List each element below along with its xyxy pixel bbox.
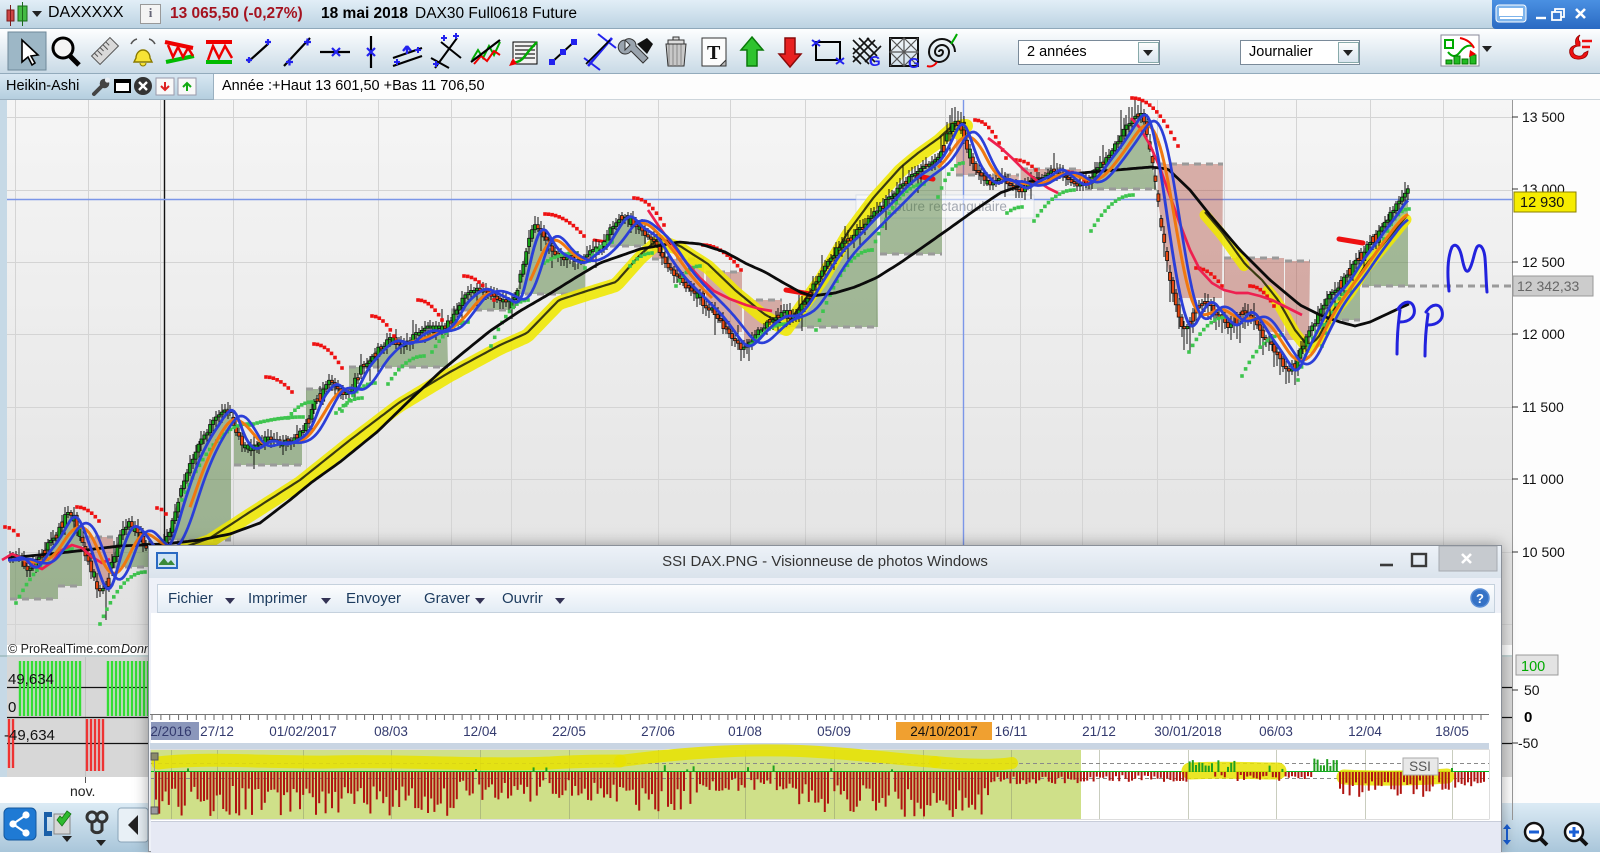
- svg-text:08/03: 08/03: [374, 724, 408, 739]
- svg-text:-49,634: -49,634: [4, 727, 55, 744]
- svg-text:12 000: 12 000: [1522, 326, 1565, 342]
- svg-text:12 342,33: 12 342,33: [1517, 278, 1579, 294]
- svg-text:16/11: 16/11: [995, 724, 1028, 739]
- svg-text:?: ?: [1476, 591, 1484, 606]
- svg-text:© ProRealTime.com: © ProRealTime.com: [8, 642, 120, 656]
- svg-text:30/01/2018: 30/01/2018: [1154, 724, 1222, 739]
- svg-text:24/10/2017: 24/10/2017: [910, 724, 978, 739]
- svg-text:18/05: 18/05: [1435, 724, 1469, 739]
- svg-text:13 500: 13 500: [1522, 109, 1565, 125]
- svg-text:01/02/2017: 01/02/2017: [269, 724, 337, 739]
- svg-text:06/03: 06/03: [1259, 724, 1293, 739]
- svg-text:0: 0: [8, 699, 16, 716]
- svg-text:01/08: 01/08: [728, 724, 762, 739]
- svg-text:-50: -50: [1518, 735, 1538, 751]
- svg-text:22/05: 22/05: [552, 724, 586, 739]
- svg-text:49,634: 49,634: [8, 671, 54, 688]
- svg-text:SSI: SSI: [1409, 759, 1431, 774]
- svg-text:11 000: 11 000: [1522, 471, 1564, 487]
- svg-text:27/12: 27/12: [200, 724, 234, 739]
- svg-text:100: 100: [1521, 659, 1545, 675]
- svg-text:2/2016: 2/2016: [150, 724, 191, 739]
- svg-text:12/04: 12/04: [463, 724, 497, 739]
- svg-text:12 500: 12 500: [1522, 254, 1565, 270]
- svg-text:10 500: 10 500: [1522, 544, 1565, 560]
- svg-text:21/12: 21/12: [1082, 724, 1116, 739]
- svg-text:11 500: 11 500: [1522, 399, 1564, 415]
- svg-text:12/04: 12/04: [1348, 724, 1382, 739]
- svg-text:50: 50: [1524, 682, 1540, 698]
- svg-text:27/06: 27/06: [641, 724, 675, 739]
- svg-text:12 930: 12 930: [1520, 195, 1564, 211]
- svg-text:0: 0: [1524, 709, 1532, 726]
- svg-text:nov.: nov.: [70, 783, 95, 799]
- svg-text:05/09: 05/09: [817, 724, 851, 739]
